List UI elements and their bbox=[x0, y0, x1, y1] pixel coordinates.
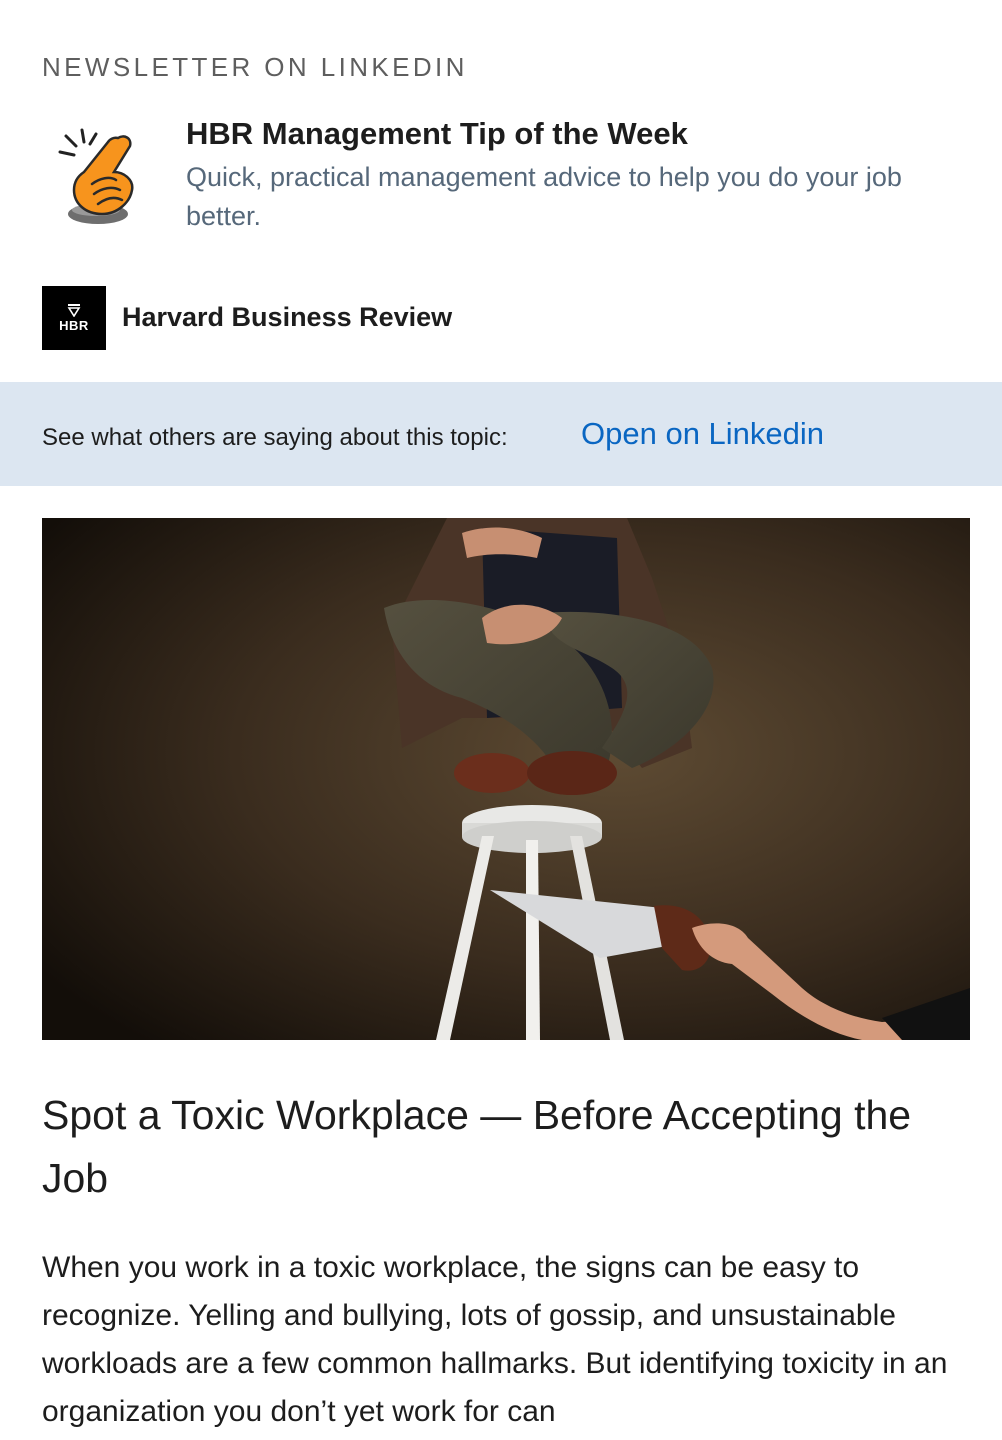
banner-text: See what others are saying about this to… bbox=[42, 424, 508, 451]
publisher-name[interactable]: Harvard Business Review bbox=[122, 302, 452, 333]
newsletter-eyebrow: NEWSLETTER ON LINKEDIN bbox=[42, 52, 468, 82]
article-title[interactable]: Spot a Toxic Workplace — Before Acceptin… bbox=[42, 1084, 962, 1210]
article-body: When you work in a toxic workplace, the … bbox=[42, 1251, 948, 1428]
open-on-linkedin-link[interactable]: Open on Linkedin bbox=[581, 416, 824, 452]
shield-icon bbox=[67, 304, 81, 317]
pointing-hand-icon bbox=[52, 128, 144, 228]
newsletter-title[interactable]: HBR Management Tip of the Week bbox=[186, 116, 688, 152]
newsletter-description: Quick, practical management advice to he… bbox=[186, 162, 902, 231]
hbr-logo-text: HBR bbox=[59, 318, 89, 333]
hbr-logo[interactable]: HBR bbox=[42, 286, 106, 350]
article-hero-image bbox=[42, 518, 970, 1040]
